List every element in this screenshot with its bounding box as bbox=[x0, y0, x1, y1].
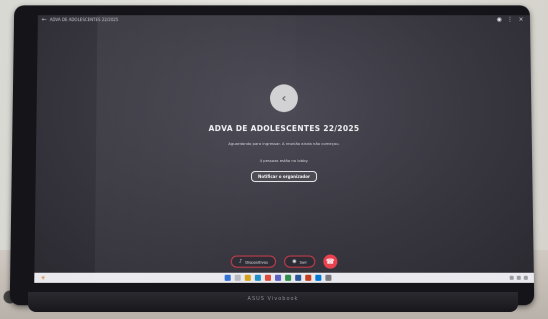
speaker-icon: ♪ bbox=[238, 258, 243, 265]
settings-icon[interactable] bbox=[325, 274, 332, 281]
camera-icon: ◉ bbox=[292, 258, 297, 265]
meeting-title: ADVA DE ADOLESCENTES 22/2025 bbox=[208, 124, 360, 134]
window-title: ADVA DE ADOLESCENTES 22/2025 bbox=[49, 17, 119, 23]
edge-icon[interactable] bbox=[254, 274, 261, 281]
lobby-note: 4 pessoas estão no lobby. bbox=[259, 157, 309, 163]
outlook-icon[interactable] bbox=[314, 274, 322, 281]
teams-icon[interactable] bbox=[274, 274, 281, 281]
more-options-icon[interactable]: ⋮ bbox=[507, 16, 513, 23]
excel-icon[interactable] bbox=[284, 274, 291, 281]
arrow-left-icon[interactable]: ← bbox=[42, 16, 48, 23]
notify-organizer-button[interactable]: Notificar o organizador bbox=[250, 171, 318, 183]
window-title-bar: ← ADVA DE ADOLESCENTES 22/2025 ◉ ⋮ × bbox=[38, 15, 530, 27]
laptop-lid: ← ADVA DE ADOLESCENTES 22/2025 ◉ ⋮ × ‹ A… bbox=[9, 5, 535, 306]
wifi-icon[interactable] bbox=[509, 275, 514, 280]
laptop-screen: ← ADVA DE ADOLESCENTES 22/2025 ◉ ⋮ × ‹ A… bbox=[34, 15, 534, 283]
avatar: ‹ bbox=[270, 84, 298, 113]
chrome-icon[interactable] bbox=[264, 274, 271, 281]
battery-icon[interactable] bbox=[523, 275, 528, 280]
close-icon[interactable]: × bbox=[518, 16, 524, 23]
meeting-lobby-panel: ‹ ADVA DE ADOLESCENTES 22/2025 Aguardand… bbox=[36, 84, 533, 183]
devices-button[interactable]: ♪ Dispositivos bbox=[230, 255, 277, 268]
window-controls: ◉ ⋮ × bbox=[496, 16, 524, 23]
folder-icon[interactable] bbox=[244, 274, 251, 281]
leave-button[interactable]: ◉ Sair bbox=[284, 255, 316, 268]
devices-label: Dispositivos bbox=[245, 259, 269, 265]
start-icon[interactable] bbox=[224, 274, 231, 281]
system-tray bbox=[509, 275, 528, 280]
leave-label: Sair bbox=[299, 259, 308, 265]
taskbar-apps bbox=[46, 274, 510, 281]
laptop-brand: ASUS Vivobook bbox=[247, 296, 299, 302]
lobby-description: Aguardando para ingressar. A reunião ain… bbox=[228, 141, 340, 147]
taskbar: ☀ bbox=[34, 272, 534, 283]
arrow-left-icon: ‹ bbox=[281, 91, 287, 106]
phone-hangup-icon[interactable]: ☎ bbox=[323, 254, 338, 269]
laptop-hinge: ASUS Vivobook bbox=[28, 292, 518, 312]
powerpoint-icon[interactable] bbox=[304, 274, 311, 281]
call-controls: ♪ Dispositivos ◉ Sair ☎ bbox=[34, 254, 533, 269]
word-icon[interactable] bbox=[294, 274, 301, 281]
volume-icon[interactable] bbox=[516, 275, 521, 280]
search-icon[interactable] bbox=[234, 274, 241, 281]
shield-icon[interactable]: ◉ bbox=[496, 16, 502, 23]
